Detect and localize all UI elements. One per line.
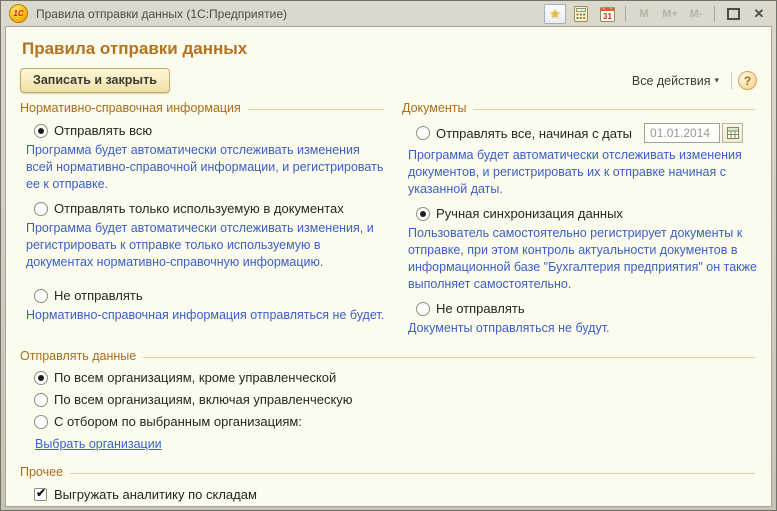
radio-button[interactable] — [34, 415, 48, 429]
option-description: Программа будет автоматически отслеживат… — [26, 220, 386, 271]
option-description: Пользователь самостоятельно регистрирует… — [408, 225, 757, 293]
group-documents: Документы Отправлять все, начиная с даты… — [402, 97, 757, 337]
toolbar-right: Все действия ▾ ? — [626, 71, 757, 90]
radio-button[interactable] — [34, 393, 48, 407]
option-description: Нормативно-справочная информация отправл… — [26, 307, 386, 324]
select-organizations-link[interactable]: Выбрать организации — [35, 437, 162, 451]
group-header-nsi: Нормативно-справочная информация — [20, 101, 386, 115]
titlebar-separator — [625, 6, 626, 22]
window-title: Правила отправки данных (1С:Предприятие) — [36, 7, 287, 21]
titlebar-separator — [714, 6, 715, 22]
start-date-widget — [644, 123, 743, 143]
documents-options: Отправлять все, начиная с даты Программа … — [402, 123, 757, 337]
radio-label: По всем организациям, включая управленче… — [54, 392, 353, 407]
memory-m-minus-button[interactable]: M- — [685, 4, 707, 24]
radio-label: Отправлять все, начиная с даты — [436, 126, 632, 141]
group-rule — [70, 473, 755, 474]
nsi-option[interactable]: Не отправлять — [34, 288, 386, 303]
documents-option[interactable]: Отправлять все, начиная с даты — [416, 123, 757, 143]
top-columns: Нормативно-справочная информация Отправл… — [20, 97, 757, 337]
nsi-option[interactable]: Отправлять только используемую в докумен… — [34, 201, 386, 216]
calendar-icon: 31 — [600, 6, 615, 22]
group-title: Прочее — [20, 465, 63, 479]
radio-button[interactable] — [416, 207, 430, 221]
radio-label: Ручная синхронизация данных — [436, 206, 623, 221]
group-title: Отправлять данные — [20, 349, 136, 363]
date-picker-button[interactable] — [722, 123, 743, 143]
radio-button[interactable] — [416, 302, 430, 316]
nsi-options: Отправлять всю Программа будет автоматиче… — [20, 123, 386, 324]
radio-button[interactable] — [34, 289, 48, 303]
radio-label: Не отправлять — [54, 288, 143, 303]
option-description: Программа будет автоматически отслеживат… — [408, 147, 757, 198]
group-header-documents: Документы — [402, 101, 757, 115]
group-send-data: Отправлять данные По всем организациям, … — [20, 349, 757, 453]
send_data-option[interactable]: По всем организациям, кроме управленческ… — [34, 370, 757, 385]
radio-label: Отправлять только используемую в докумен… — [54, 201, 344, 216]
option-description: Документы отправляться не будут. — [408, 320, 757, 337]
memory-m-button[interactable]: M — [633, 4, 655, 24]
send_data-option[interactable]: С отбором по выбранным организациям: — [34, 414, 757, 429]
checkmark-icon: ✔ — [36, 486, 46, 500]
chevron-down-icon: ▾ — [714, 75, 719, 86]
titlebar-buttons: ★ 31 M M+ M- — [544, 4, 770, 24]
calendar-button[interactable]: 31 — [596, 4, 618, 24]
favorites-button[interactable]: ★ — [544, 4, 566, 24]
titlebar: 1С Правила отправки данных (1С:Предприят… — [5, 1, 772, 26]
upload-warehouse-analytics-checkbox[interactable]: ✔ — [34, 488, 47, 501]
form-content: Правила отправки данных Записать и закры… — [5, 26, 772, 507]
all-actions-label: Все действия — [632, 74, 711, 88]
maximize-button[interactable] — [722, 4, 744, 24]
send_data-option[interactable]: По всем организациям, включая управленче… — [34, 392, 757, 407]
radio-button[interactable] — [34, 124, 48, 138]
group-other: Прочее ✔ Выгружать аналитику по складам … — [20, 465, 757, 511]
radio-label: Отправлять всю — [54, 123, 152, 138]
group-nsi: Нормативно-справочная информация Отправл… — [20, 97, 386, 337]
radio-button[interactable] — [34, 371, 48, 385]
radio-label: С отбором по выбранным организациям: — [54, 414, 302, 429]
warehouse-analytics-option[interactable]: ✔ Выгружать аналитику по складам — [34, 487, 757, 502]
nsi-option[interactable]: Отправлять всю — [34, 123, 386, 138]
radio-label: Не отправлять — [436, 301, 525, 316]
app-window: 1С Правила отправки данных (1С:Предприят… — [0, 0, 777, 511]
memory-m-plus-button[interactable]: M+ — [659, 4, 681, 24]
send-data-options: По всем организациям, кроме управленческ… — [20, 370, 757, 429]
calendar-grid-icon — [727, 127, 739, 139]
start-date-input[interactable] — [644, 123, 720, 143]
group-header-send-data: Отправлять данные — [20, 349, 757, 363]
group-title: Документы — [402, 101, 466, 115]
group-header-other: Прочее — [20, 465, 757, 479]
save-and-close-button[interactable]: Записать и закрыть — [20, 68, 170, 93]
documents-option[interactable]: Не отправлять — [416, 301, 757, 316]
group-rule — [143, 357, 755, 358]
group-title: Нормативно-справочная информация — [20, 101, 241, 115]
close-button[interactable]: ✕ — [748, 4, 770, 24]
radio-button[interactable] — [416, 126, 430, 140]
documents-option[interactable]: Ручная синхронизация данных — [416, 206, 757, 221]
calculator-icon — [574, 6, 588, 22]
help-button[interactable]: ? — [738, 71, 757, 90]
1c-logo-text: 1С — [13, 10, 23, 18]
maximize-icon — [727, 8, 740, 20]
group-rule — [248, 109, 384, 110]
group-rule — [473, 109, 755, 110]
svg-text:31: 31 — [603, 12, 612, 21]
radio-button[interactable] — [34, 202, 48, 216]
calculator-button[interactable] — [570, 4, 592, 24]
star-icon: ★ — [550, 8, 561, 20]
toolbar: Записать и закрыть Все действия ▾ ? — [20, 68, 757, 93]
page-title: Правила отправки данных — [22, 39, 757, 59]
all-actions-button[interactable]: Все действия ▾ — [626, 72, 725, 90]
1c-logo-icon: 1С — [9, 4, 28, 23]
option-description: Программа будет автоматически отслеживат… — [26, 142, 386, 193]
checkbox-label: Выгружать аналитику по складам — [54, 487, 257, 502]
radio-label: По всем организациям, кроме управленческ… — [54, 370, 336, 385]
toolbar-separator — [731, 72, 732, 89]
